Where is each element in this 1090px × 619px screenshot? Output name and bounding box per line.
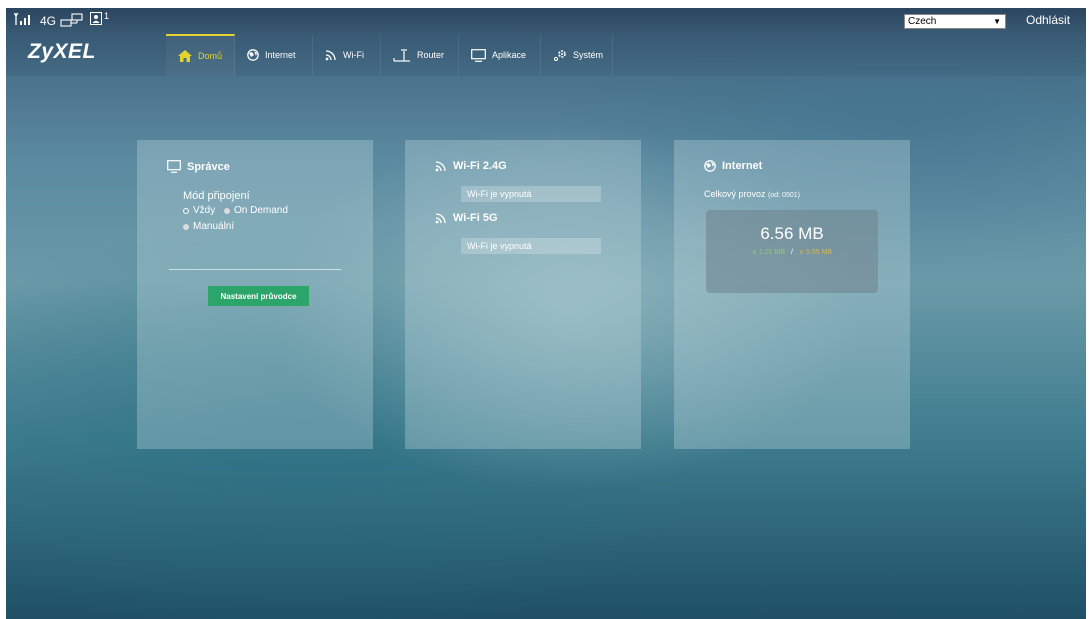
radio-label: Vždy	[193, 205, 216, 216]
total-traffic-label: Celkový provoz (od: 0501)	[704, 189, 800, 199]
nav-item-label: Domů	[198, 51, 223, 61]
status-bar: 4G 1 Czech ▼ Odhlásit	[6, 8, 1086, 34]
globe-icon	[704, 160, 716, 172]
nav-item-label: Wi-Fi	[343, 50, 364, 60]
chevron-down-icon: ▼	[993, 17, 1001, 26]
traffic-since: (od: 0501)	[768, 192, 800, 199]
download-value: 5.55 MB	[806, 249, 833, 256]
nav-item-label: Internet	[265, 50, 296, 60]
internet-panel: Internet Celkový provoz (od: 0501) 6.56 …	[674, 140, 910, 449]
upload-arrow-icon: ∧	[751, 249, 758, 256]
admin-title: Správce	[187, 160, 230, 173]
monitor-icon	[471, 48, 486, 62]
language-select[interactable]: Czech ▼	[904, 14, 1006, 29]
radio-selected-icon	[183, 207, 189, 214]
nav-item-router[interactable]: Router	[381, 34, 459, 76]
main-nav: ZyXEL Domů Internet Wi-Fi Router Aplikac…	[6, 34, 1086, 76]
traffic-label-text: Celkový provoz	[704, 189, 766, 199]
language-select-value: Czech	[908, 16, 937, 27]
gear-icon	[553, 49, 567, 61]
nav-item-system[interactable]: Systém	[541, 34, 613, 76]
wifi-icon	[325, 49, 337, 61]
panel-title: Internet	[704, 160, 762, 172]
lan-icon	[60, 13, 84, 27]
connected-devices-icon	[90, 12, 102, 25]
wifi-24-title: Wi-Fi 2.4G	[435, 160, 507, 172]
wifi-5-title: Wi-Fi 5G	[435, 212, 498, 224]
divider	[169, 269, 341, 270]
logout-link[interactable]: Odhlásit	[1026, 13, 1070, 27]
globe-icon	[247, 49, 259, 61]
nav-item-label: Router	[417, 50, 445, 60]
nav-item-home[interactable]: Domů	[166, 34, 235, 76]
traffic-separator: /	[791, 249, 793, 256]
download-arrow-icon: ∨	[798, 249, 805, 256]
traffic-detail: ∧ 1.01 MB / ∨ 5.55 MB	[706, 248, 878, 256]
radio-unselected-icon	[183, 223, 189, 230]
upload-value: 1.01 MB	[758, 249, 786, 256]
wifi-24-title-text: Wi-Fi 2.4G	[453, 160, 507, 172]
wifi-icon	[435, 160, 447, 172]
radio-label: On Demand	[234, 205, 288, 216]
wizard-settings-button[interactable]: Nastavení průvodce	[208, 286, 309, 306]
nav-item-label: Systém	[573, 50, 604, 60]
wifi-panel: Wi-Fi 2.4G Wi-Fi je vypnutá Wi-Fi 5G Wi-…	[405, 140, 641, 449]
radio-label: Manuální	[193, 221, 235, 232]
radio-always[interactable]: Vždy	[183, 205, 215, 216]
nav-item-internet[interactable]: Internet	[235, 34, 313, 76]
connection-mode-label: Mód připojení	[183, 190, 250, 202]
router-icon	[393, 48, 411, 62]
signal-strength-icon	[14, 12, 34, 26]
monitor-icon	[167, 160, 181, 173]
network-type-label: 4G	[40, 14, 57, 28]
radio-unselected-icon	[224, 207, 230, 214]
radio-on-demand[interactable]: On Demand	[224, 205, 288, 216]
connected-devices-count: 1	[104, 11, 110, 21]
nav-item-apps[interactable]: Aplikace	[459, 34, 541, 76]
wifi-24-status: Wi-Fi je vypnutá	[461, 186, 601, 202]
internet-title: Internet	[722, 160, 763, 172]
home-icon	[178, 50, 192, 62]
radio-manual[interactable]: Manuální	[183, 221, 234, 232]
traffic-total: 6.56 MB	[760, 224, 824, 243]
wifi-5-status: Wi-Fi je vypnutá	[461, 238, 601, 254]
wifi-5-title-text: Wi-Fi 5G	[453, 212, 498, 224]
traffic-summary-box: 6.56 MB ∧ 1.01 MB / ∨ 5.55 MB	[706, 210, 878, 293]
brand-logo: ZyXEL	[28, 40, 96, 63]
panel-title: Správce	[167, 160, 230, 173]
router-web-ui: 4G 1 Czech ▼ Odhlásit ZyXEL Domů Interne…	[6, 8, 1086, 619]
admin-panel: Správce Mód připojení Vždy On Demand Man…	[137, 140, 373, 449]
nav-item-label: Aplikace	[492, 50, 527, 60]
nav-item-wifi[interactable]: Wi-Fi	[313, 34, 381, 76]
wifi-icon	[435, 212, 447, 224]
